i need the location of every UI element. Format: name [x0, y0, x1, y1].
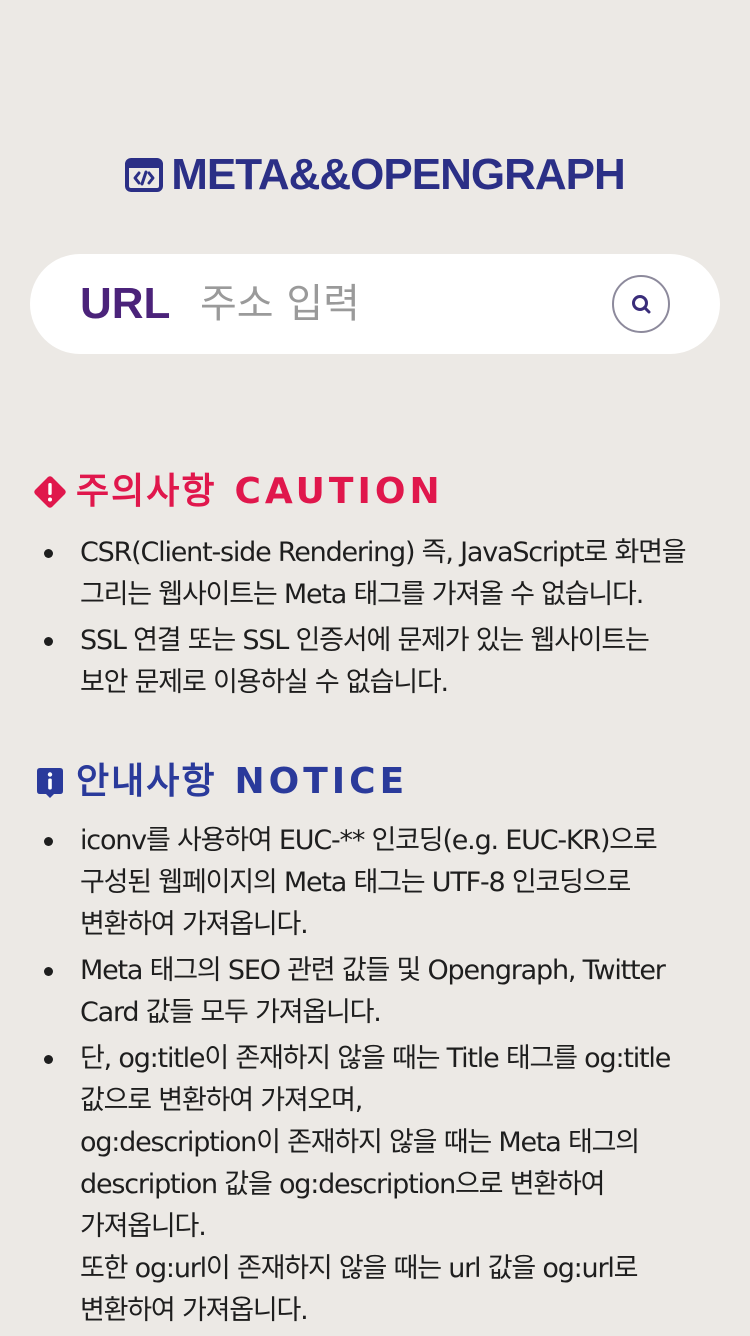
bullet-dot	[44, 837, 53, 846]
list-item-line: 변환하여 가져옵니다.	[80, 909, 309, 940]
search-button[interactable]	[612, 275, 670, 333]
list-item-line: 값으로 변환하여 가져오며,	[80, 1085, 363, 1116]
list-item: SSL 연결 또는 SSL 인증서에 문제가 있는 웹사이트는 보안 문제로 이…	[30, 620, 730, 704]
info-badge-icon	[37, 768, 63, 798]
list-item-line: 또한 og:url이 존재하지 않을 때는 url 값을 og:url로	[80, 1253, 638, 1284]
notice-title-en: NOTICE	[234, 761, 409, 802]
url-input[interactable]	[200, 281, 600, 327]
list-item-line: iconv를 사용하여 EUC-** 인코딩(e.g. EUC-KR)으로	[80, 825, 658, 856]
caution-title-ko: 주의사항	[76, 471, 217, 512]
list-item-line: 단, og:title이 존재하지 않을 때는 Title 태그를 og:tit…	[80, 1043, 671, 1074]
url-search-bar: URL	[30, 254, 720, 354]
bullet-dot	[44, 967, 53, 976]
list-item-line: 가져옵니다.	[80, 1211, 207, 1242]
caution-heading: 주의사항 CAUTION	[32, 470, 444, 514]
list-item-line: CSR(Client-side Rendering) 즉, JavaScript…	[80, 537, 687, 568]
caution-title-en: CAUTION	[234, 471, 444, 512]
warning-diamond-icon	[34, 476, 66, 508]
bullet-dot	[44, 549, 53, 558]
list-item-line: description 값을 og:description으로 변환하여	[80, 1169, 605, 1200]
list-item: Meta 태그의 SEO 관련 값들 및 Opengraph, Twitter …	[30, 950, 730, 1034]
list-item-line: SSL 연결 또는 SSL 인증서에 문제가 있는 웹사이트는	[80, 625, 650, 656]
notice-heading: 안내사항 NOTICE	[32, 760, 408, 804]
logo-text: META&&OPENGRAPH	[171, 150, 626, 199]
list-item-line: Card 값들 모두 가져옵니다.	[80, 997, 382, 1028]
bullet-dot	[44, 1055, 53, 1064]
list-item-line: 구성된 웹페이지의 Meta 태그는 UTF-8 인코딩으로	[80, 867, 631, 898]
search-icon	[632, 295, 651, 314]
url-label: URL	[80, 279, 171, 328]
bullet-dot	[44, 637, 53, 646]
notice-list: iconv를 사용하여 EUC-** 인코딩(e.g. EUC-KR)으로 구성…	[30, 820, 730, 1336]
list-item: 단, og:title이 존재하지 않을 때는 Title 태그를 og:tit…	[30, 1038, 730, 1332]
list-item-line: 보안 문제로 이용하실 수 없습니다.	[80, 667, 449, 698]
list-item-line: 변환하여 가져옵니다.	[80, 1295, 309, 1326]
list-item: CSR(Client-side Rendering) 즉, JavaScript…	[30, 532, 730, 616]
list-item-line: 그리는 웹사이트는 Meta 태그를 가져올 수 없습니다.	[80, 579, 644, 610]
notice-title-ko: 안내사항	[76, 761, 217, 802]
app-logo: META&&OPENGRAPH	[0, 150, 750, 200]
list-item: iconv를 사용하여 EUC-** 인코딩(e.g. EUC-KR)으로 구성…	[30, 820, 730, 946]
list-item-line: og:description이 존재하지 않을 때는 Meta 태그의	[80, 1127, 640, 1158]
list-item-line: Meta 태그의 SEO 관련 값들 및 Opengraph, Twitter	[80, 955, 666, 986]
code-brackets-icon	[125, 158, 164, 192]
caution-list: CSR(Client-side Rendering) 즉, JavaScript…	[30, 532, 730, 708]
